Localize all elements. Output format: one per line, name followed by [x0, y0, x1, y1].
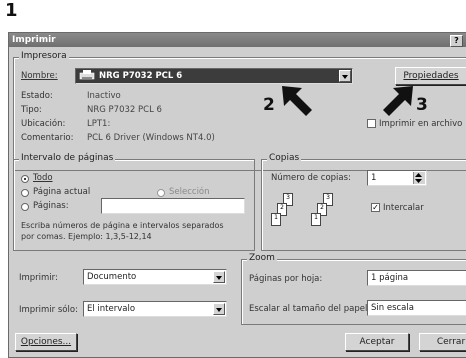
copies-group-title: Copias — [267, 153, 302, 163]
print-dialog: Imprimir ? Impresora Nombre: NRG P7032 P… — [8, 32, 466, 358]
ok-button[interactable]: Aceptar — [345, 333, 409, 351]
scale-to-paper-label: Escalar al tamaño del papel: — [249, 304, 371, 314]
printer-status-value: Inactivo — [87, 91, 121, 101]
printer-name-value: NRG P7032 PCL 6 — [99, 71, 183, 81]
printer-name-label: Nombre: — [21, 71, 58, 81]
selection-radio[interactable] — [157, 189, 165, 197]
printer-comment-value: PCL 6 Driver (Windows NT4.0) — [87, 133, 215, 143]
title-bar: Imprimir ? — [9, 33, 466, 47]
copies-number-input[interactable]: 1 — [367, 170, 427, 186]
scale-to-paper-select[interactable]: Sin escala — [367, 300, 466, 316]
printer-name-select[interactable]: NRG P7032 PCL 6 — [75, 68, 353, 84]
page-range-group-title: Intervalo de páginas — [19, 153, 116, 163]
all-pages-radio[interactable] — [21, 175, 29, 183]
close-button[interactable]: Cerrar — [419, 333, 466, 351]
print-what-label: Imprimir: — [19, 273, 58, 283]
print-only-select[interactable]: El intervalo — [83, 301, 227, 317]
copies-number-value: 1 — [371, 173, 377, 183]
options-button[interactable]: Opciones... — [15, 333, 77, 351]
pages-label: Páginas: — [33, 201, 69, 211]
print-only-value: El intervalo — [87, 304, 136, 314]
printer-comment-label: Comentario: — [21, 133, 74, 143]
printer-name-dropdown-icon[interactable] — [339, 70, 351, 82]
annotation-arrow-2-icon — [282, 86, 312, 116]
annotation-arrow-3-icon — [383, 86, 413, 116]
all-pages-label: Todo — [33, 173, 53, 183]
collate-checkbox[interactable]: ✓ — [371, 203, 380, 212]
collate-illustration-icon: 3 2 1 3 2 1 — [271, 193, 341, 241]
current-page-label: Página actual — [33, 187, 91, 197]
printer-location-value: LPT1: — [87, 119, 111, 129]
zoom-group-title: Zoom — [247, 253, 277, 263]
pages-radio[interactable] — [21, 203, 29, 211]
properties-button[interactable]: Propiedades — [395, 67, 466, 85]
printer-location-label: Ubicación: — [21, 119, 66, 129]
print-to-file-label: Imprimir en archivo — [379, 119, 463, 129]
selection-label: Selección — [169, 187, 210, 197]
print-what-dropdown-icon[interactable] — [213, 271, 225, 283]
pages-hint-line-2: por comas. Ejemplo: 1,3,5-12,14 — [21, 232, 152, 241]
step-number: 1 — [5, 0, 18, 21]
print-what-value: Documento — [87, 272, 137, 282]
pages-hint-line-1: Escriba números de página e intervalos s… — [21, 221, 224, 230]
pages-per-sheet-select[interactable]: 1 página — [367, 270, 466, 286]
pages-input[interactable] — [101, 198, 245, 214]
annotation-number-3: 3 — [416, 95, 428, 115]
print-to-file-checkbox[interactable] — [367, 119, 376, 128]
current-page-radio[interactable] — [21, 189, 29, 197]
printer-type-label: Tipo: — [21, 105, 42, 115]
printer-group-title: Impresora — [19, 51, 69, 61]
window-title: Imprimir — [12, 35, 56, 45]
copies-spinner-icon[interactable] — [413, 172, 425, 184]
help-button[interactable]: ? — [450, 35, 463, 47]
printer-status-label: Estado: — [21, 91, 53, 101]
printer-type-value: NRG P7032 PCL 6 — [87, 105, 162, 115]
annotation-number-2: 2 — [263, 95, 275, 115]
printer-icon — [79, 70, 95, 80]
pages-per-sheet-label: Páginas por hoja: — [249, 274, 323, 284]
print-only-label: Imprimir sólo: — [19, 305, 78, 315]
print-what-select[interactable]: Documento — [83, 269, 227, 285]
pages-per-sheet-value: 1 página — [371, 273, 409, 283]
collate-label: Intercalar — [383, 203, 424, 213]
print-only-dropdown-icon[interactable] — [213, 303, 225, 315]
scale-to-paper-value: Sin escala — [371, 303, 414, 313]
copies-number-label: Número de copias: — [271, 173, 351, 183]
